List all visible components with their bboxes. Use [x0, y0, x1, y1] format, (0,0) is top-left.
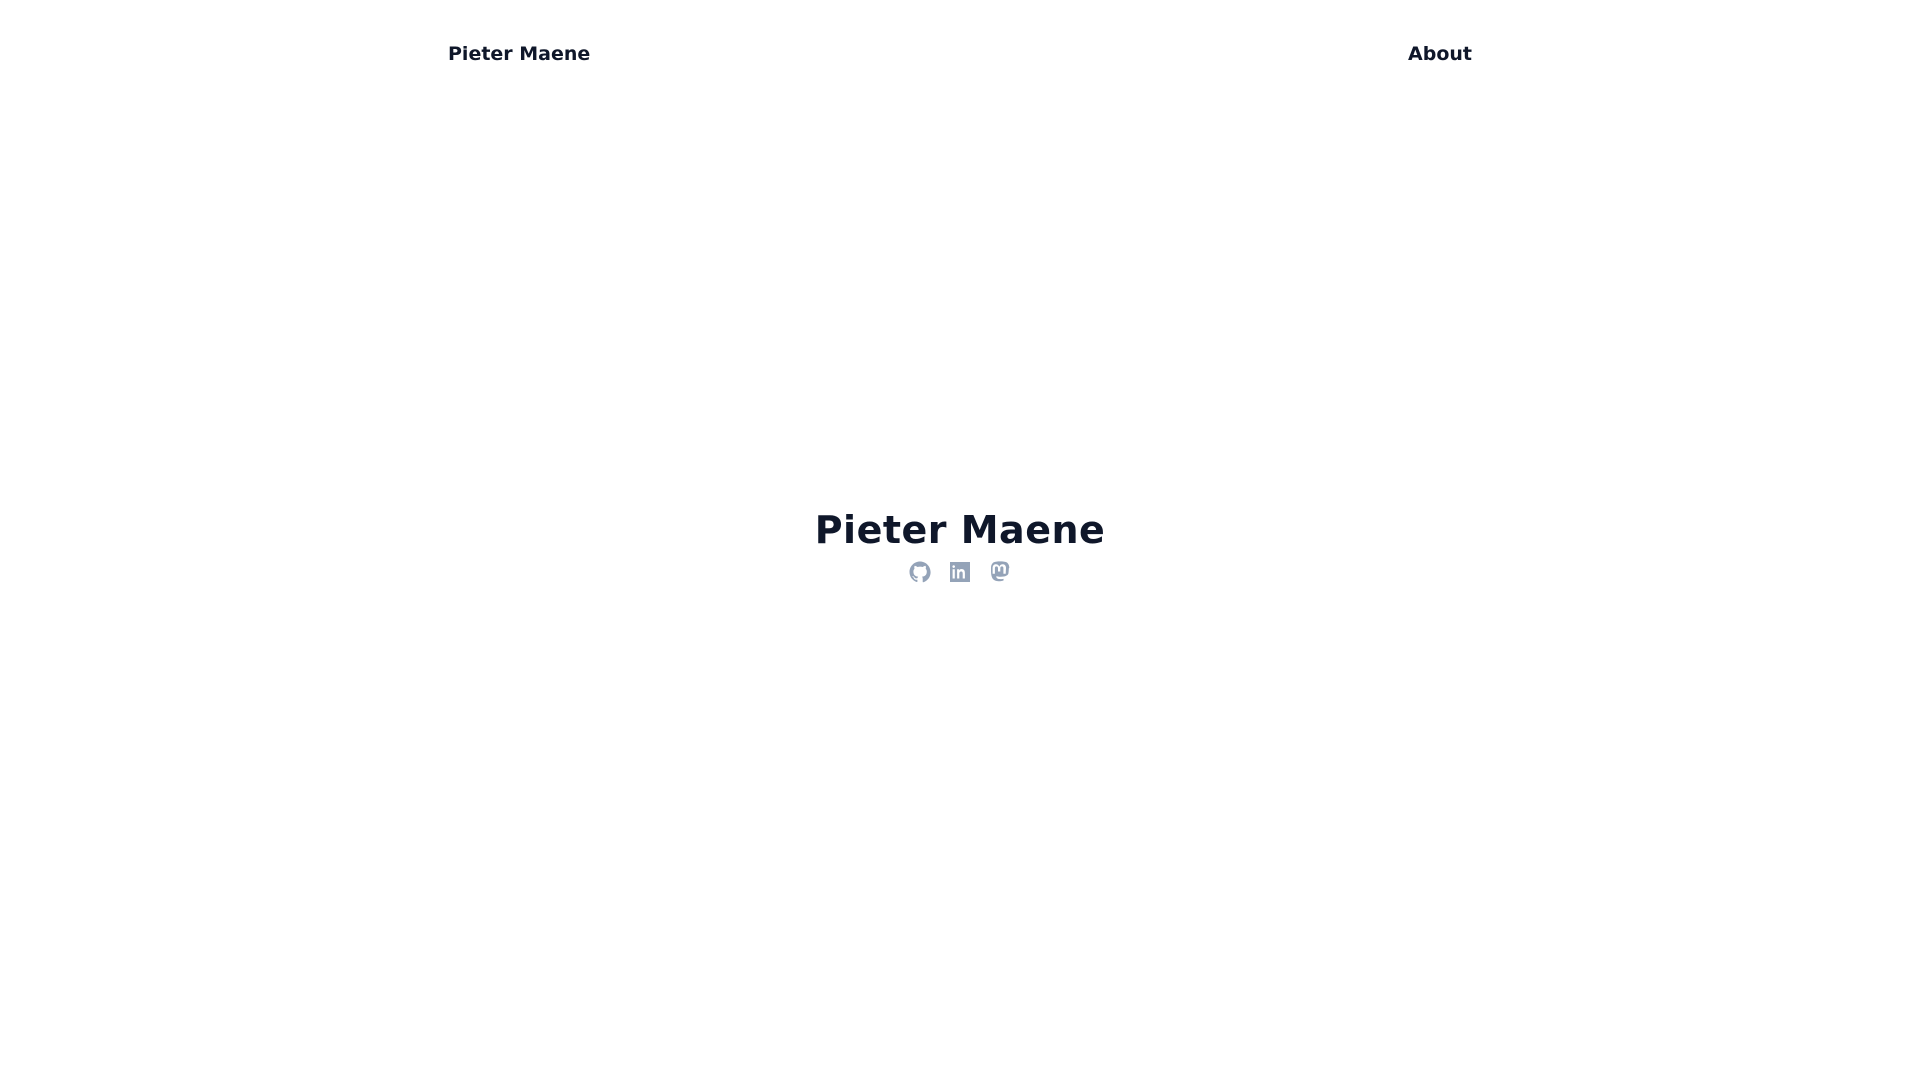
nav-about-link[interactable]: About: [1408, 43, 1472, 65]
site-title-link[interactable]: Pieter Maene: [448, 43, 590, 65]
github-icon: [909, 561, 931, 583]
hero: Pieter Maene: [0, 505, 1920, 584]
mastodon-link[interactable]: [988, 560, 1012, 584]
linkedin-link[interactable]: [948, 560, 972, 584]
site-header: Pieter Maene About: [448, 0, 1472, 108]
main-nav: About: [1408, 43, 1472, 65]
mastodon-icon: [991, 561, 1010, 582]
social-links: [908, 560, 1012, 584]
linkedin-icon: [950, 562, 970, 582]
hero-name-heading: Pieter Maene: [814, 508, 1106, 552]
github-link[interactable]: [908, 560, 932, 584]
